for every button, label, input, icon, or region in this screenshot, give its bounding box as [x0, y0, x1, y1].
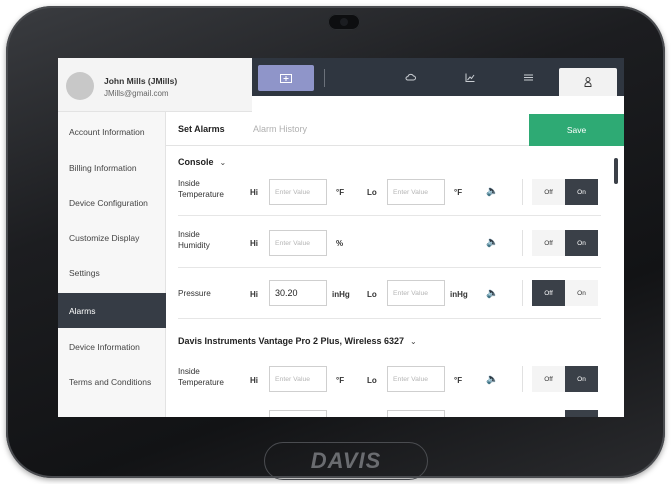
tab-divider — [324, 69, 325, 87]
alarm-on-toggle[interactable]: On — [565, 366, 598, 392]
hi-value-input[interactable]: Enter Value — [269, 230, 327, 256]
lo-label: Lo — [367, 290, 377, 299]
alarm-on-toggle[interactable]: On — [565, 179, 598, 205]
camera-icon — [328, 14, 360, 30]
hi-value-input[interactable]: Enter Value — [269, 366, 327, 392]
alarm-on-toggle[interactable]: On — [565, 280, 598, 306]
lo-value-input[interactable]: Enter Value — [387, 179, 445, 205]
alarms-panel: Set Alarms Alarm History Save Console ⌄ I… — [166, 112, 624, 417]
divider — [522, 366, 523, 392]
lo-value-input[interactable]: Enter Value — [387, 280, 445, 306]
alarm-off-toggle[interactable]: Off — [532, 230, 565, 256]
tab-account[interactable] — [559, 68, 617, 96]
sidebar-item-account-information[interactable]: Account Information — [58, 114, 166, 149]
lo-value-input[interactable]: Enter Value — [387, 366, 445, 392]
divider — [522, 179, 523, 205]
lo-unit: inHg — [450, 290, 468, 299]
row-divider — [178, 318, 601, 319]
chevron-down-icon: ⌄ — [410, 337, 417, 346]
divider — [522, 230, 523, 256]
hi-label: Hi — [250, 376, 258, 385]
tab-weather-station[interactable] — [258, 65, 314, 91]
cloud-icon — [405, 73, 416, 81]
speaker-icon[interactable]: 🔈 — [486, 374, 498, 385]
brand-logo: DAVIS — [264, 442, 428, 480]
user-name: John Mills (JMills) — [104, 76, 178, 86]
alarm-off-toggle[interactable]: Off — [532, 366, 565, 392]
hi-unit: °F — [336, 188, 345, 197]
app-screen: John Mills (JMills) JMills@gmail.com Acc… — [58, 58, 624, 417]
section-header-davis[interactable]: Davis Instruments Vantage Pro 2 Plus, Wi… — [178, 336, 417, 346]
sidebar-item-billing-information[interactable]: Billing Information — [58, 150, 166, 185]
tab-set-alarms[interactable]: Set Alarms — [178, 124, 225, 134]
lo-unit: °F — [454, 376, 463, 385]
row-label: Inside Temperature — [178, 179, 224, 199]
tab-list[interactable] — [500, 58, 556, 96]
sidebar: Account Information Billing Information … — [58, 112, 166, 417]
avatar — [66, 72, 94, 100]
scrollbar[interactable] — [614, 158, 618, 184]
alarm-off-toggle[interactable]: Off — [532, 179, 565, 205]
hi-label: Hi — [250, 239, 258, 248]
save-button[interactable]: Save — [529, 114, 624, 146]
alarms-subheader: Set Alarms Alarm History Save — [166, 112, 624, 146]
hi-value-input[interactable] — [269, 410, 327, 417]
divider — [522, 280, 523, 306]
alarm-off-toggle[interactable]: Off — [532, 280, 565, 306]
chart-icon — [465, 73, 475, 82]
row-label: Pressure — [178, 289, 211, 298]
hi-value-input[interactable]: 30.20 — [269, 280, 327, 306]
alarm-on-toggle[interactable] — [565, 410, 598, 417]
sidebar-item-settings[interactable]: Settings — [58, 255, 166, 290]
chevron-down-icon: ⌄ — [219, 158, 227, 167]
weather-station-icon — [280, 73, 292, 83]
lo-label: Lo — [367, 188, 377, 197]
row-divider — [178, 215, 601, 216]
sidebar-item-alarms[interactable]: Alarms — [58, 293, 166, 328]
hi-value-input[interactable]: Enter Value — [269, 179, 327, 205]
hi-label: Hi — [250, 290, 258, 299]
lo-label: Lo — [367, 376, 377, 385]
user-icon — [584, 77, 592, 87]
sidebar-item-terms-and-conditions[interactable]: Terms and Conditions — [58, 364, 166, 399]
lo-unit: °F — [454, 188, 463, 197]
sidebar-item-device-configuration[interactable]: Device Configuration — [58, 185, 166, 220]
speaker-icon[interactable]: 🔈 — [486, 288, 498, 299]
sidebar-item-customize-display[interactable]: Customize Display — [58, 220, 166, 255]
row-divider — [178, 267, 601, 268]
alarm-on-toggle[interactable]: On — [565, 230, 598, 256]
sidebar-item-device-information[interactable]: Device Information — [58, 329, 166, 364]
tab-weather[interactable] — [382, 58, 438, 96]
tab-alarm-history[interactable]: Alarm History — [253, 124, 307, 134]
hi-unit: % — [336, 239, 344, 248]
tab-charts[interactable] — [442, 58, 498, 96]
hi-unit: inHg — [332, 290, 350, 299]
row-label: Inside Temperature — [178, 367, 224, 387]
menu-list-icon — [523, 74, 533, 80]
lo-value-input[interactable] — [387, 410, 445, 417]
speaker-icon[interactable]: 🔈 — [486, 237, 498, 248]
section-header-console[interactable]: Console ⌄ — [178, 157, 226, 167]
user-email: JMills@gmail.com — [104, 89, 169, 98]
speaker-icon[interactable]: 🔈 — [486, 186, 498, 197]
hi-unit: °F — [336, 376, 345, 385]
row-label: Inside Humidity — [178, 230, 210, 250]
hi-label: Hi — [250, 188, 258, 197]
user-profile[interactable]: John Mills (JMills) JMills@gmail.com — [58, 58, 252, 112]
